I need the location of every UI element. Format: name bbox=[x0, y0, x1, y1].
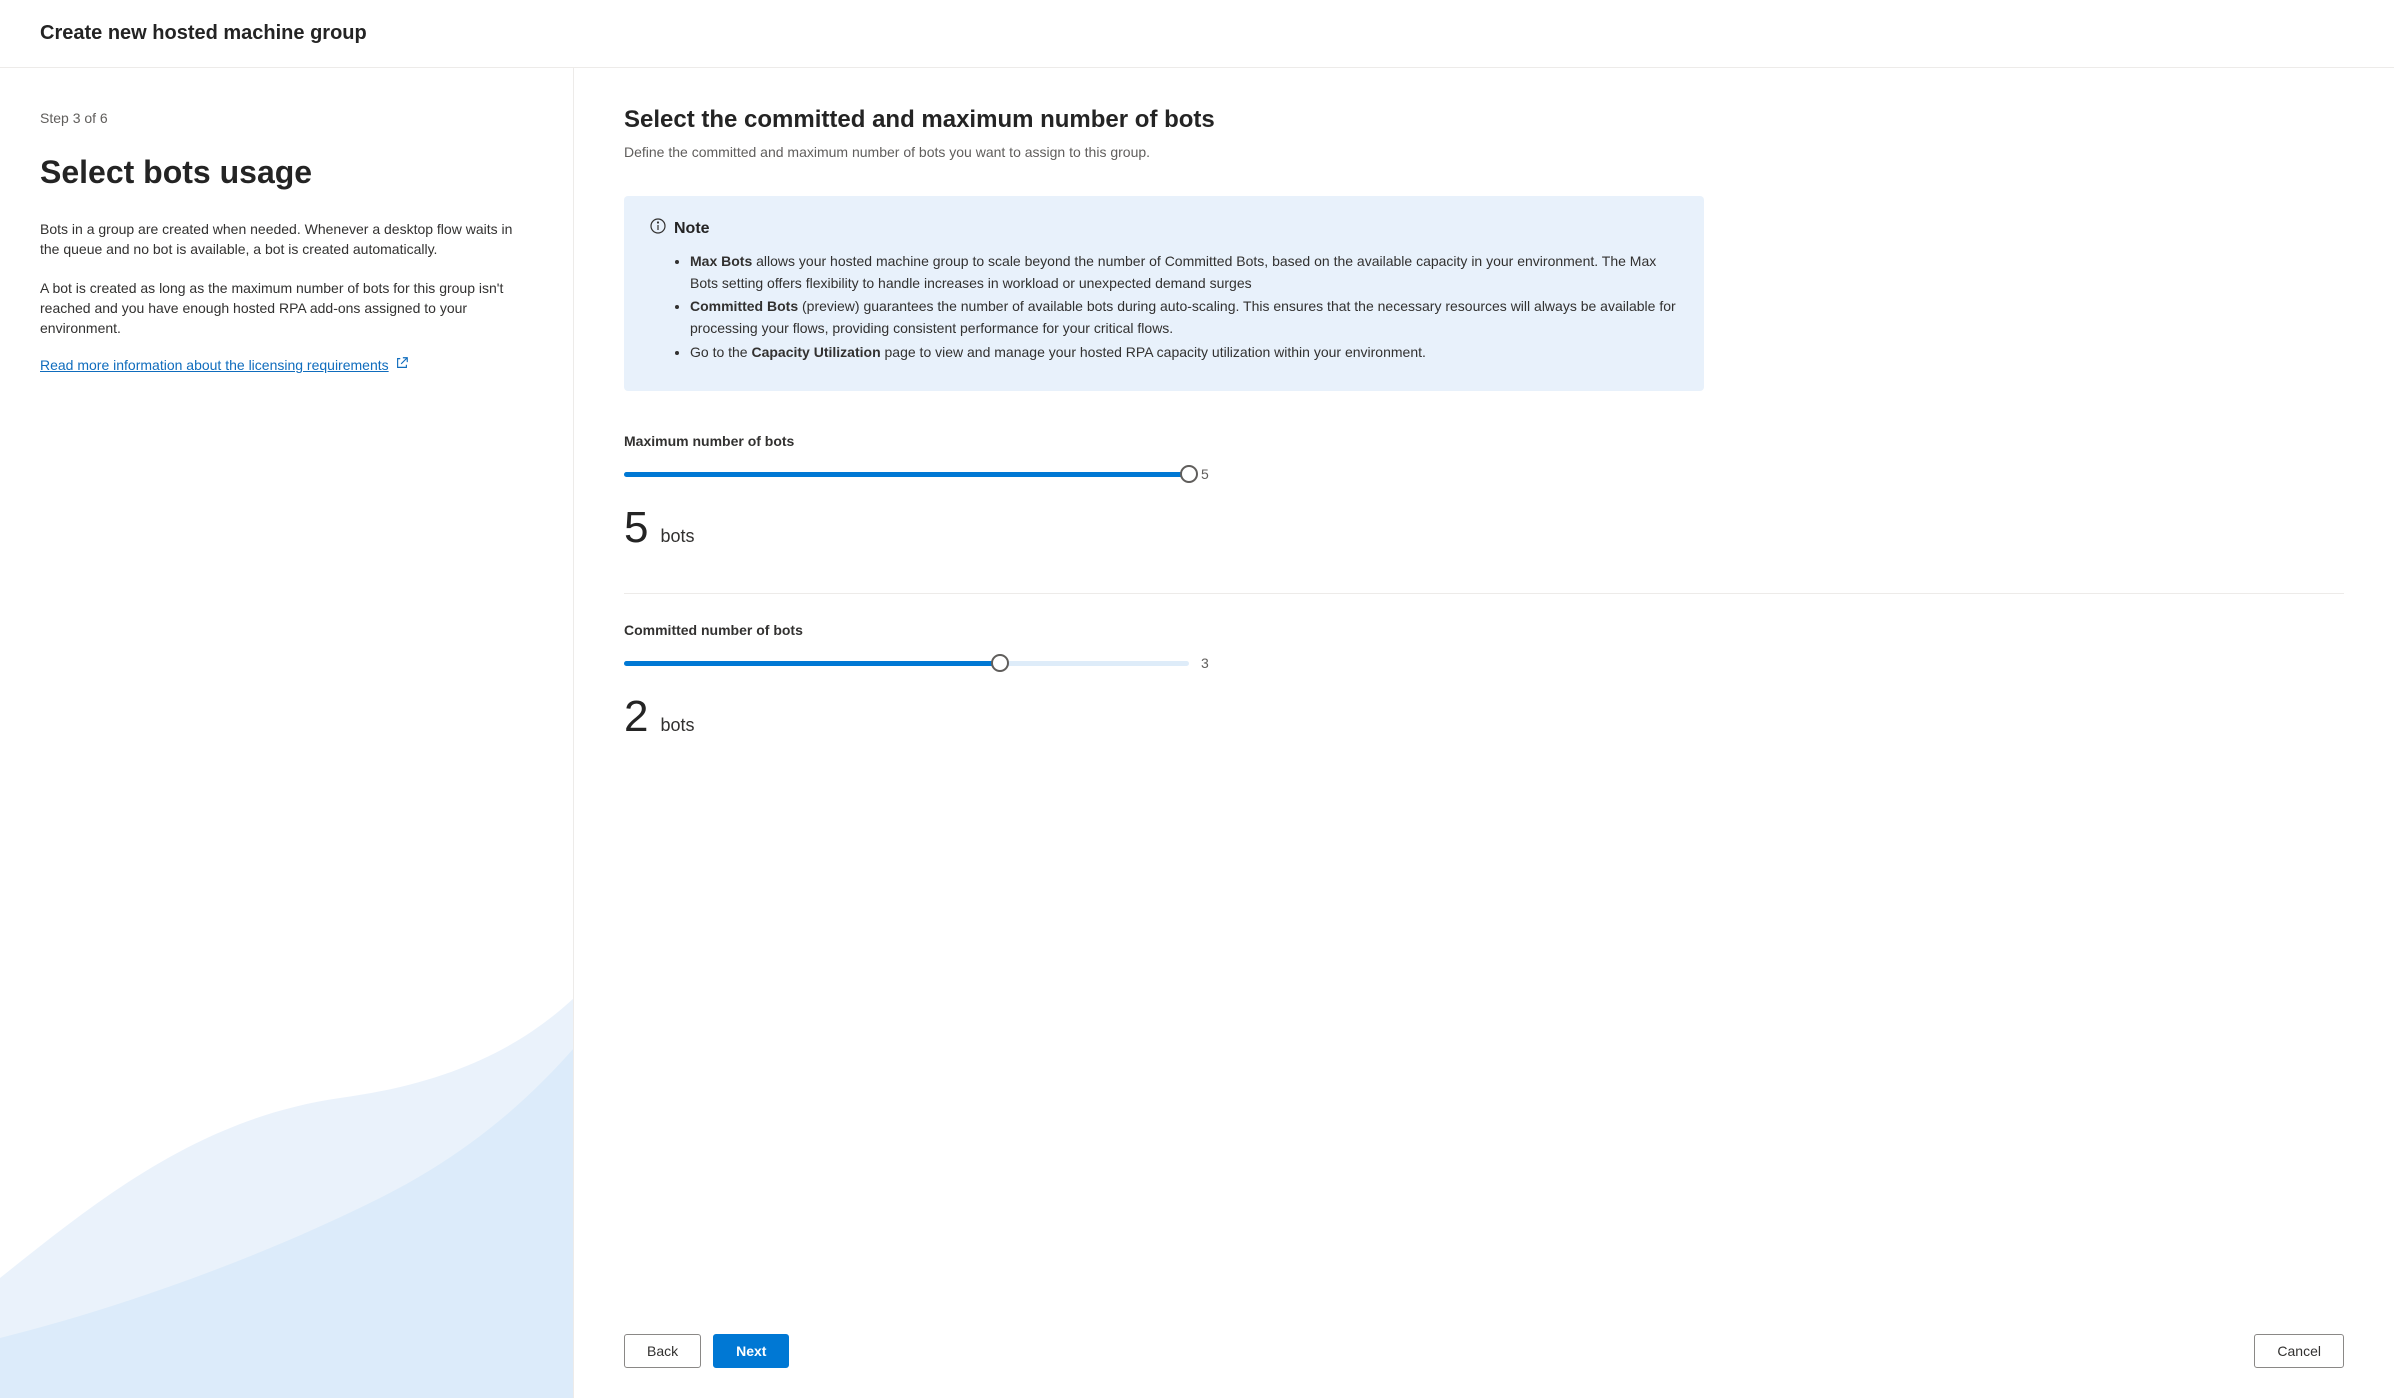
body-wrap: Step 3 of 6 Select bots usage Bots in a … bbox=[0, 68, 2394, 1398]
note-heading-text: Note bbox=[674, 220, 710, 238]
max-bots-thumb[interactable] bbox=[1180, 465, 1198, 483]
max-bots-fill bbox=[624, 472, 1189, 477]
max-bots-max-label: 5 bbox=[1201, 466, 1209, 482]
sidebar-description-2: A bot is created as long as the maximum … bbox=[40, 278, 533, 339]
section-divider bbox=[624, 593, 2344, 594]
max-bots-label: Maximum number of bots bbox=[624, 433, 2344, 449]
note-item-1-bold: Max Bots bbox=[690, 253, 752, 269]
cancel-button[interactable]: Cancel bbox=[2254, 1334, 2344, 1368]
note-item-2: Committed Bots (preview) guarantees the … bbox=[690, 296, 1678, 339]
committed-bots-max-label: 3 bbox=[1201, 655, 1209, 671]
note-item-3-pre: Go to the bbox=[690, 344, 751, 360]
note-header: Note bbox=[650, 218, 1678, 239]
committed-bots-label: Committed number of bots bbox=[624, 622, 2344, 638]
note-item-1-text: allows your hosted machine group to scal… bbox=[690, 253, 1656, 291]
main-title: Select the committed and maximum number … bbox=[624, 106, 2344, 134]
max-bots-section: Maximum number of bots 5 5 bots bbox=[624, 433, 2344, 553]
note-item-1: Max Bots allows your hosted machine grou… bbox=[690, 251, 1678, 294]
max-bots-value-display: 5 bots bbox=[624, 503, 2344, 553]
note-item-2-bold: Committed Bots bbox=[690, 298, 798, 314]
decorative-wave bbox=[0, 998, 574, 1398]
note-box: Note Max Bots allows your hosted machine… bbox=[624, 196, 1704, 391]
step-indicator: Step 3 of 6 bbox=[40, 110, 533, 126]
sidebar-title: Select bots usage bbox=[40, 154, 533, 191]
next-button[interactable]: Next bbox=[713, 1334, 789, 1368]
committed-bots-slider[interactable] bbox=[624, 654, 1189, 672]
licensing-link[interactable]: Read more information about the licensin… bbox=[40, 356, 409, 373]
committed-bots-section: Committed number of bots 3 2 bots bbox=[624, 622, 2344, 742]
back-button[interactable]: Back bbox=[624, 1334, 701, 1368]
header-bar: Create new hosted machine group bbox=[0, 0, 2394, 68]
main-panel: Select the committed and maximum number … bbox=[574, 68, 2394, 1398]
note-item-3-bold: Capacity Utilization bbox=[751, 344, 880, 360]
info-icon bbox=[650, 218, 666, 239]
committed-bots-value-unit: bots bbox=[660, 715, 694, 736]
committed-bots-value-number: 2 bbox=[624, 692, 648, 742]
external-link-icon bbox=[395, 356, 409, 373]
sidebar-description-1: Bots in a group are created when needed.… bbox=[40, 219, 533, 260]
note-item-3-text: page to view and manage your hosted RPA … bbox=[881, 344, 1426, 360]
footer-left: Back Next bbox=[624, 1334, 789, 1368]
max-bots-value-unit: bots bbox=[660, 526, 694, 547]
max-bots-value-number: 5 bbox=[624, 503, 648, 553]
note-list: Max Bots allows your hosted machine grou… bbox=[650, 251, 1678, 363]
note-item-3: Go to the Capacity Utilization page to v… bbox=[690, 342, 1678, 364]
max-bots-slider[interactable] bbox=[624, 465, 1189, 483]
committed-bots-fill bbox=[624, 661, 1000, 666]
committed-bots-thumb[interactable] bbox=[991, 654, 1009, 672]
main-subtitle: Define the committed and maximum number … bbox=[624, 144, 2344, 160]
max-bots-slider-row: 5 bbox=[624, 465, 2344, 483]
committed-bots-value-display: 2 bots bbox=[624, 692, 2344, 742]
committed-bots-slider-row: 3 bbox=[624, 654, 2344, 672]
sidebar: Step 3 of 6 Select bots usage Bots in a … bbox=[0, 68, 574, 1398]
footer: Back Next Cancel bbox=[574, 1314, 2394, 1398]
licensing-link-text: Read more information about the licensin… bbox=[40, 357, 389, 373]
header-title: Create new hosted machine group bbox=[40, 22, 2354, 45]
note-item-2-text: (preview) guarantees the number of avail… bbox=[690, 298, 1676, 336]
